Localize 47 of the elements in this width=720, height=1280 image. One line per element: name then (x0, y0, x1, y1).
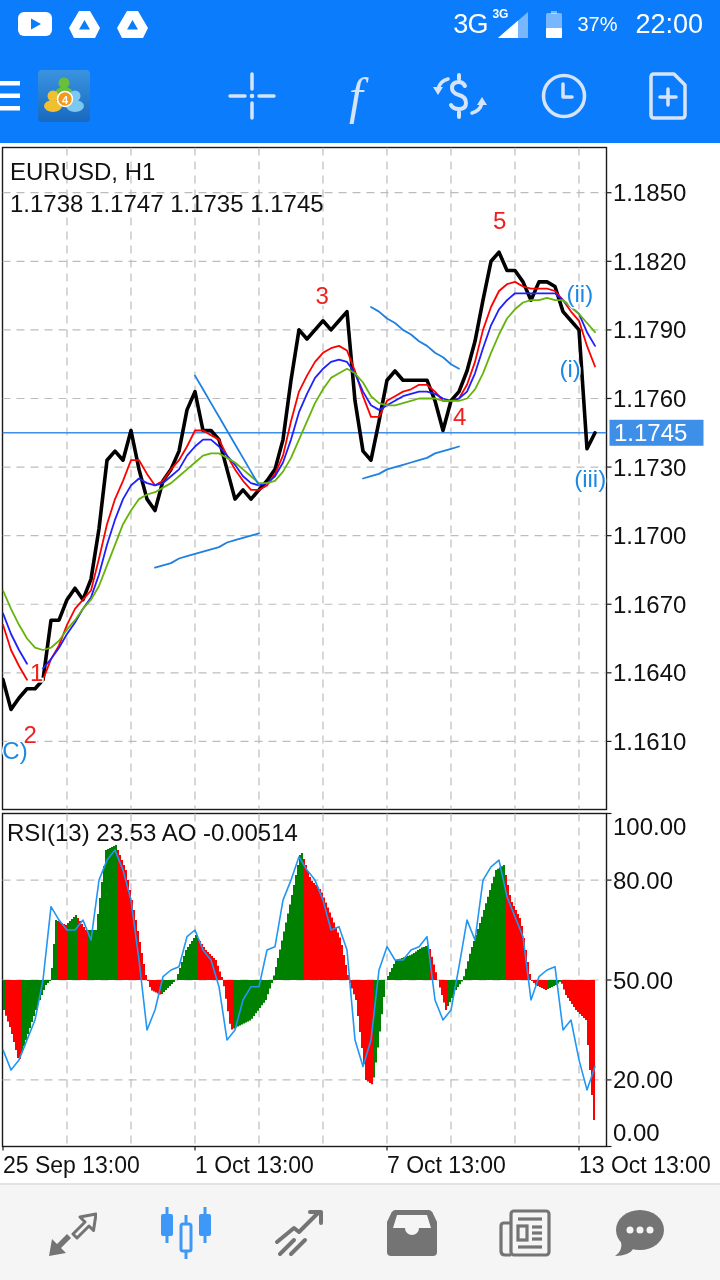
axis-label: 20.00 (613, 1066, 674, 1094)
play-logo-icon (18, 12, 52, 36)
axis-label: 1.1790 (613, 316, 687, 344)
app-logo-icon: 4 (38, 69, 90, 122)
clock-time: 22:00 (635, 10, 703, 38)
chart-title: EURUSD, H1 (10, 158, 156, 185)
newspaper-icon[interactable] (499, 1208, 552, 1257)
current-price-tag: 1.1745 (609, 419, 704, 447)
axis-label: 1.1850 (613, 179, 687, 207)
axis-label: 50.00 (613, 966, 674, 994)
axis-label: 1.1640 (613, 659, 687, 687)
axis-label: 1.1730 (613, 453, 687, 481)
axis-label: 100.00 (613, 813, 687, 840)
triangle-logo-icon (69, 10, 100, 38)
battery-icon (546, 10, 563, 38)
wave-label: 3 (315, 282, 329, 310)
network-type: 3G (453, 10, 488, 38)
axis-label: 1.1700 (613, 522, 687, 550)
file-plus-icon[interactable] (649, 71, 687, 120)
menu-icon[interactable] (0, 80, 20, 111)
axis-label: 25 Sep 13:00 (3, 1154, 140, 1177)
triangle-logo-icon (117, 10, 148, 38)
wave-label: (iii) (574, 465, 607, 492)
wave-label: (ii) (566, 279, 594, 307)
ohlc-values: 1.1738 1.1747 1.1735 1.1745 (10, 190, 324, 217)
axis-label: 1 Oct 13:00 (195, 1154, 314, 1177)
wave-label: 5 (493, 206, 507, 234)
axis-label: 13 Oct 13:00 (579, 1154, 711, 1177)
battery-percent: 37% (577, 14, 618, 34)
network-superscript: 3G (492, 8, 509, 20)
indicator-legend: RSI(13) 23.53 AO -0.00514 (7, 819, 298, 846)
inbox-icon[interactable] (387, 1209, 438, 1256)
axis-label: 1.1760 (613, 385, 687, 412)
axis-label: 1.1670 (613, 590, 687, 618)
wave-label: (i) (559, 355, 581, 383)
dollar-arrows-icon[interactable] (433, 71, 487, 120)
clock-icon[interactable] (541, 72, 587, 119)
axis-label: 7 Oct 13:00 (387, 1154, 506, 1177)
candlestick-icon[interactable] (160, 1206, 211, 1259)
crosshair-icon[interactable] (228, 71, 276, 120)
axis-label: 80.00 (613, 866, 674, 894)
axis-label: 1.1610 (613, 727, 687, 755)
axis-label: 0.00 (613, 1119, 660, 1146)
axis-label: 1.1820 (613, 247, 687, 275)
trend-arrow-icon[interactable] (273, 1208, 324, 1257)
wave-label: 4 (453, 403, 467, 431)
ref-line-label: 1.1745 (614, 419, 688, 447)
